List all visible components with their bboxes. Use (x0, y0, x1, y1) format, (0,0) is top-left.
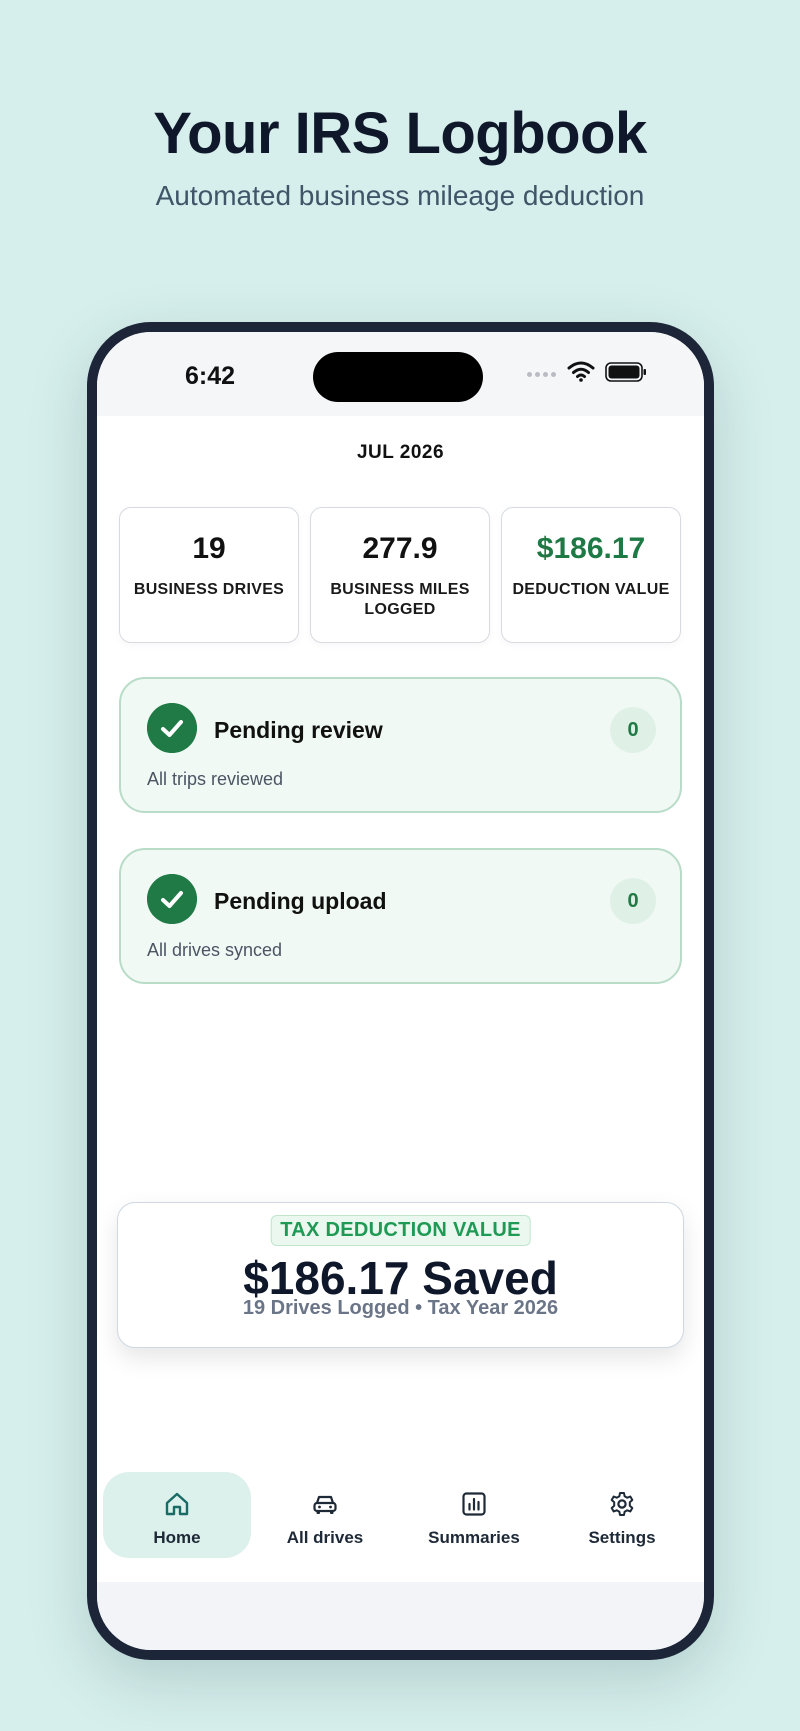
bottom-tab-bar: Home All drives Summaries Settings (97, 1462, 704, 1582)
card-subtitle: All drives synced (147, 940, 283, 960)
battery-icon (605, 362, 646, 382)
app-screen: 6:42 JUL 2026 19 BUSINESS DRIVES 277.9 B… (97, 332, 704, 1650)
promo-subline: Automated business mileage deduction (155, 180, 645, 211)
count-badge: 0 (610, 707, 656, 753)
tab-label: Summaries (428, 1528, 520, 1547)
tab-label: Settings (588, 1528, 656, 1547)
pending-review-card[interactable]: Pending review All trips reviewed 0 (119, 677, 682, 813)
tab-settings[interactable]: Settings (548, 1472, 696, 1558)
stat-label: BUSINESS DRIVES (133, 581, 285, 598)
home-indicator-area (97, 1582, 704, 1650)
check-circle-icon (147, 874, 197, 924)
card-subtitle: All trips reviewed (147, 769, 284, 789)
gear-icon (610, 1492, 634, 1516)
promo-headline: Your IRS Logbook (153, 101, 647, 166)
car-icon (313, 1495, 337, 1514)
card-title: Pending review (214, 717, 383, 743)
tax-details: 19 Drives Logged • Tax Year 2026 (242, 1297, 559, 1319)
tab-label: All drives (286, 1528, 364, 1547)
check-circle-icon (147, 703, 197, 753)
status-time: 6:42 (185, 362, 236, 390)
wifi-icon (567, 361, 595, 382)
stats-row: 19 BUSINESS DRIVES 277.9 BUSINESS MILES … (119, 507, 682, 643)
stat-value: 19 (192, 532, 226, 565)
card-title: Pending upload (214, 888, 387, 914)
stat-card-business-drives: 19 BUSINESS DRIVES (119, 507, 299, 643)
status-bar: 6:42 (97, 332, 704, 416)
phone-frame: 6:42 JUL 2026 19 BUSINESS DRIVES 277.9 B… (87, 322, 714, 1660)
month-label: JUL 2026 (356, 442, 445, 463)
count-badge: 0 (610, 878, 656, 924)
tab-all-drives[interactable]: All drives (251, 1472, 399, 1558)
pending-upload-card[interactable]: Pending upload All drives synced 0 (119, 848, 682, 984)
stat-label: DEDUCTION VALUE (512, 581, 670, 598)
signal-icon (527, 372, 556, 377)
tax-deduction-badge: TAX DEDUCTION VALUE (270, 1215, 531, 1246)
tab-label: Home (153, 1528, 201, 1547)
stat-value: $186.17 (536, 532, 646, 565)
bar-chart-icon (462, 1492, 486, 1516)
stat-card-deduction-value: $186.17 DEDUCTION VALUE (501, 507, 681, 643)
tab-home[interactable]: Home (103, 1472, 251, 1558)
home-icon (165, 1492, 189, 1516)
dynamic-island (313, 352, 483, 402)
stat-label: BUSINESS MILES LOGGED (330, 581, 470, 618)
stat-card-business-miles: 277.9 BUSINESS MILES LOGGED (310, 507, 490, 643)
tax-deduction-card: TAX DEDUCTION VALUE $186.17 Saved 19 Dri… (117, 1202, 684, 1348)
tab-summaries[interactable]: Summaries (400, 1472, 548, 1558)
stat-value: 277.9 (362, 532, 438, 565)
